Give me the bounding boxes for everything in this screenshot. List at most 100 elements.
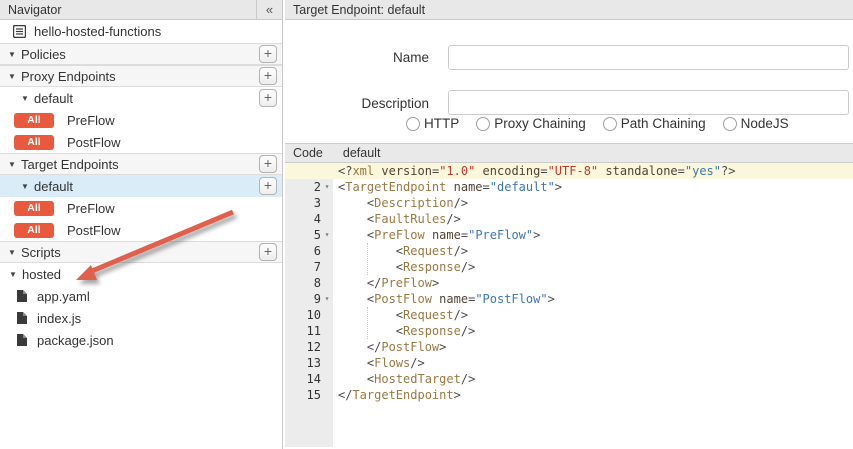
indent-guide (367, 307, 368, 339)
sidebar-section-scripts[interactable]: ▼ Scripts + (0, 241, 282, 263)
radio-label: Path Chaining (621, 116, 706, 131)
navigator-header: Navigator « (0, 0, 282, 20)
radio-circle-icon[interactable] (406, 117, 420, 131)
fold-arrow-icon[interactable]: ▾ (321, 179, 333, 195)
panel-header: Target Endpoint: default (285, 0, 853, 20)
radio-label: HTTP (424, 116, 459, 131)
radio-circle-icon[interactable] (603, 117, 617, 131)
code-line[interactable]: <Response/> (333, 323, 853, 339)
file-row-app-yaml[interactable]: app.yaml (0, 285, 282, 307)
chevron-down-icon[interactable]: ▼ (21, 94, 34, 103)
radio-http[interactable]: HTTP (406, 116, 459, 131)
code-file-name[interactable]: default (343, 146, 381, 160)
chevron-down-icon[interactable]: ▼ (8, 248, 21, 257)
code-tab-label: Code (293, 146, 323, 160)
gutter-line-number: 9▾ (285, 291, 333, 307)
chevron-down-icon[interactable]: ▼ (21, 182, 34, 191)
hosted-folder-row[interactable]: ▼ hosted (0, 263, 282, 285)
chevron-down-icon[interactable]: ▼ (8, 50, 21, 59)
node-label: default (34, 91, 73, 106)
indent-guide (367, 243, 368, 275)
target-preflow-row[interactable]: All PreFlow (0, 197, 282, 219)
file-row-package-json[interactable]: package.json (0, 329, 282, 351)
code-line[interactable]: <PostFlow name="PostFlow"> (333, 291, 853, 307)
description-input[interactable] (448, 90, 849, 115)
section-label: Proxy Endpoints (21, 69, 116, 84)
chevron-down-icon[interactable]: ▼ (8, 160, 21, 169)
sidebar-section-target-endpoints[interactable]: ▼ Target Endpoints + (0, 153, 282, 175)
bundle-row[interactable]: hello-hosted-functions (0, 20, 282, 43)
code-lines[interactable]: <?xml version="1.0" encoding="UTF-8" sta… (333, 163, 853, 403)
add-script-button[interactable]: + (259, 243, 277, 261)
code-line[interactable]: <Request/> (333, 307, 853, 323)
gutter-line-number: 7 (285, 259, 333, 275)
code-line[interactable]: <HostedTarget/> (333, 371, 853, 387)
description-label: Description (285, 96, 429, 111)
radio-circle-icon[interactable] (476, 117, 490, 131)
all-badge[interactable]: All (14, 201, 54, 216)
section-label: Target Endpoints (21, 157, 119, 172)
add-policy-button[interactable]: + (259, 45, 277, 63)
node-label: default (34, 179, 73, 194)
gutter-line-number: 15 (285, 387, 333, 403)
flow-label: PostFlow (67, 223, 120, 238)
bundle-label: hello-hosted-functions (34, 24, 161, 39)
xml-code-editor[interactable]: 12▾345▾6789▾101112131415 <?xml version="… (285, 163, 853, 447)
all-badge[interactable]: All (14, 113, 54, 128)
flow-label: PreFlow (67, 113, 115, 128)
panel-title: Target Endpoint: default (293, 3, 425, 17)
navigator-panel: Navigator « hello-hosted-functions ▼ Pol… (0, 0, 283, 449)
gutter-line-number: 11 (285, 323, 333, 339)
add-flow-button[interactable]: + (259, 177, 277, 195)
radio-path-chaining[interactable]: Path Chaining (603, 116, 706, 131)
proxy-postflow-row[interactable]: All PostFlow (0, 131, 282, 153)
add-flow-button[interactable]: + (259, 89, 277, 107)
file-label: package.json (37, 333, 114, 348)
code-line[interactable]: </PostFlow> (333, 339, 853, 355)
gutter-line-number: 8 (285, 275, 333, 291)
fold-arrow-icon[interactable]: ▾ (321, 291, 333, 307)
code-line[interactable]: <?xml version="1.0" encoding="UTF-8" sta… (285, 163, 853, 179)
fold-arrow-icon[interactable]: ▾ (321, 227, 333, 243)
chevron-down-icon[interactable]: ▼ (9, 270, 22, 279)
gutter-line-number: 14 (285, 371, 333, 387)
code-line[interactable]: <TargetEndpoint name="default"> (333, 179, 853, 195)
line-number-gutter: 12▾345▾6789▾101112131415 (285, 163, 333, 447)
sidebar-section-policies[interactable]: ▼ Policies + (0, 43, 282, 65)
section-label: Scripts (21, 245, 61, 260)
proxy-preflow-row[interactable]: All PreFlow (0, 109, 282, 131)
flow-label: PreFlow (67, 201, 115, 216)
chevron-down-icon[interactable]: ▼ (8, 72, 21, 81)
radio-proxy-chaining[interactable]: Proxy Chaining (476, 116, 586, 131)
name-input[interactable] (448, 45, 849, 70)
gutter-line-number: 4 (285, 211, 333, 227)
sidebar-section-proxy-endpoints[interactable]: ▼ Proxy Endpoints + (0, 65, 282, 87)
code-line[interactable]: </PreFlow> (333, 275, 853, 291)
all-badge[interactable]: All (14, 135, 54, 150)
gutter-line-number: 13 (285, 355, 333, 371)
target-endpoint-default-row[interactable]: ▼ default + (0, 175, 282, 197)
file-icon (17, 312, 27, 324)
code-line[interactable]: <Request/> (333, 243, 853, 259)
code-line[interactable]: <Description/> (333, 195, 853, 211)
radio-nodejs[interactable]: NodeJS (723, 116, 789, 131)
collapse-sidebar-icon[interactable]: « (256, 0, 282, 20)
radio-label: NodeJS (741, 116, 789, 131)
code-line[interactable]: <Flows/> (333, 355, 853, 371)
code-tab-bar: Code default (285, 143, 853, 163)
add-target-endpoint-button[interactable]: + (259, 155, 277, 173)
target-postflow-row[interactable]: All PostFlow (0, 219, 282, 241)
code-line[interactable]: <PreFlow name="PreFlow"> (333, 227, 853, 243)
target-endpoint-panel: Target Endpoint: default Name Descriptio… (285, 0, 853, 449)
gutter-line-number: 12 (285, 339, 333, 355)
add-proxy-endpoint-button[interactable]: + (259, 67, 277, 85)
file-label: app.yaml (37, 289, 90, 304)
radio-circle-icon[interactable] (723, 117, 737, 131)
code-line[interactable]: <Response/> (333, 259, 853, 275)
proxy-endpoint-default-row[interactable]: ▼ default + (0, 87, 282, 109)
file-row-index-js[interactable]: index.js (0, 307, 282, 329)
code-line[interactable]: </TargetEndpoint> (333, 387, 853, 403)
name-label: Name (285, 50, 429, 65)
all-badge[interactable]: All (14, 223, 54, 238)
code-line[interactable]: <FaultRules/> (333, 211, 853, 227)
